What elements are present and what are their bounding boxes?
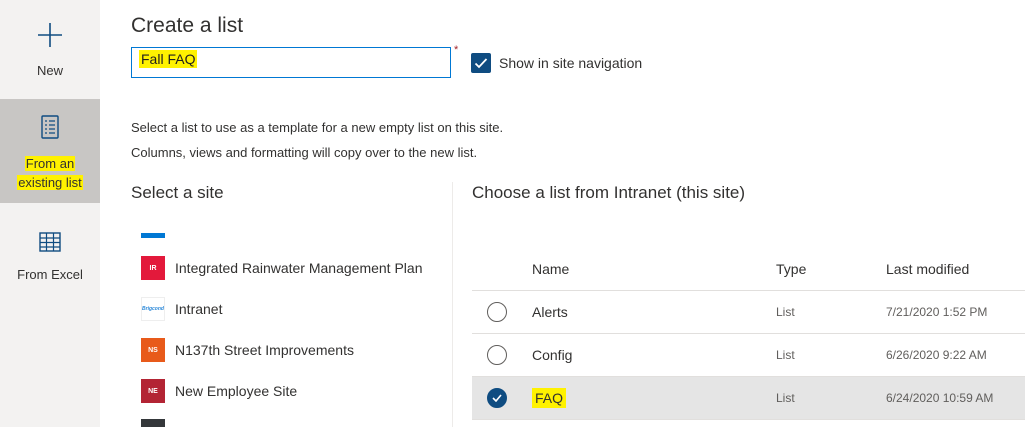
list-name-value: Fall FAQ bbox=[139, 50, 198, 68]
site-item-intranet[interactable]: Brigcond Intranet bbox=[141, 296, 222, 322]
site-logo-partial bbox=[141, 233, 165, 238]
rail-item-new-label: New bbox=[36, 63, 63, 78]
site-name: Intranet bbox=[175, 301, 223, 317]
table-grid-icon bbox=[39, 232, 61, 257]
left-rail: New From an existing list From Excel bbox=[0, 0, 100, 427]
row-modified: 7/21/2020 1:52 PM bbox=[886, 305, 988, 319]
choose-list-heading: Choose a list from Intranet (this site) bbox=[472, 183, 746, 202]
checkmark-icon bbox=[492, 394, 502, 402]
site-logo: IR bbox=[141, 256, 165, 280]
row-divider bbox=[472, 419, 1025, 420]
rail-item-excel-label: From Excel bbox=[17, 267, 83, 282]
row-name: Config bbox=[532, 347, 573, 363]
description-line2: Columns, views and formatting will copy … bbox=[131, 145, 478, 160]
list-row-alerts[interactable]: Alerts List 7/21/2020 1:52 PM bbox=[472, 291, 1025, 333]
row-modified: 6/26/2020 9:22 AM bbox=[886, 348, 987, 362]
rail-item-existing-label: From an existing list bbox=[17, 154, 83, 192]
column-header-name[interactable]: Name bbox=[532, 261, 569, 277]
site-logo: Brigcond bbox=[141, 297, 165, 321]
rail-item-from-excel[interactable]: From Excel bbox=[0, 222, 100, 292]
row-modified: 6/24/2020 10:59 AM bbox=[886, 391, 994, 405]
rail-item-new[interactable]: New bbox=[0, 0, 100, 98]
site-item-new-employee[interactable]: NE New Employee Site bbox=[141, 378, 297, 404]
description-line1: Select a list to use as a template for a… bbox=[131, 120, 504, 135]
row-type: List bbox=[776, 391, 795, 405]
site-logo: NE bbox=[141, 379, 165, 403]
section-divider bbox=[452, 182, 453, 427]
row-radio[interactable] bbox=[487, 345, 507, 365]
column-header-type[interactable]: Type bbox=[776, 261, 806, 277]
list-name-input[interactable]: Fall FAQ bbox=[131, 47, 451, 78]
row-name: FAQ bbox=[532, 388, 567, 408]
plus-icon bbox=[37, 22, 63, 53]
checkmark-icon bbox=[474, 58, 488, 69]
list-row-faq[interactable]: FAQ List 6/24/2020 10:59 AM bbox=[472, 377, 1025, 419]
list-row-config[interactable]: Config List 6/26/2020 9:22 AM bbox=[472, 334, 1025, 376]
rail-item-existing-label-line2: existing list bbox=[17, 175, 83, 190]
select-site-heading: Select a site bbox=[131, 183, 224, 202]
row-name: Alerts bbox=[532, 304, 568, 320]
row-radio-selected[interactable] bbox=[487, 388, 507, 408]
site-name: New Employee Site bbox=[175, 383, 298, 399]
site-item-integrated-rainwater[interactable]: IR Integrated Rainwater Management Plan bbox=[141, 255, 422, 281]
row-name-text: FAQ bbox=[532, 388, 567, 408]
site-name: N137th Street Improvements bbox=[175, 342, 354, 358]
site-name: Integrated Rainwater Management Plan bbox=[175, 260, 423, 276]
row-type: List bbox=[776, 348, 795, 362]
page-title: Create a list bbox=[131, 14, 244, 37]
rail-item-existing-list[interactable]: From an existing list bbox=[0, 99, 100, 203]
site-logo bbox=[141, 419, 165, 427]
site-item-partial[interactable] bbox=[141, 418, 165, 427]
show-in-nav-checkbox[interactable] bbox=[471, 53, 491, 73]
column-header-modified[interactable]: Last modified bbox=[886, 261, 969, 277]
list-document-icon bbox=[41, 115, 59, 144]
rail-item-existing-label-line1: From an bbox=[24, 156, 76, 171]
required-asterisk: * bbox=[454, 44, 459, 56]
site-logo: NS bbox=[141, 338, 165, 362]
row-type: List bbox=[776, 305, 795, 319]
row-radio[interactable] bbox=[487, 302, 507, 322]
site-item-n137th-street[interactable]: NS N137th Street Improvements bbox=[141, 337, 354, 363]
show-in-nav-label: Show in site navigation bbox=[499, 55, 643, 71]
